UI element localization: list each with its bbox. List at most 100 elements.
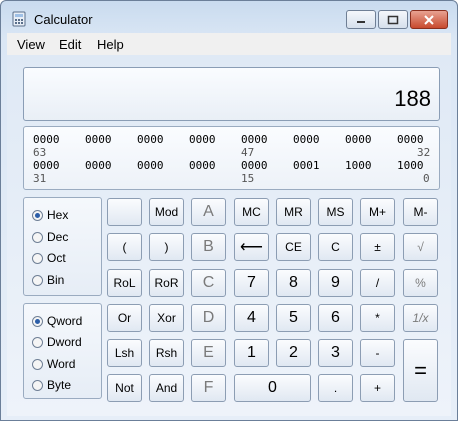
xor-key[interactable]: Xor bbox=[149, 304, 184, 332]
rol-key[interactable]: RoL bbox=[107, 269, 142, 297]
m-plus-key[interactable]: M+ bbox=[360, 198, 395, 226]
bit-nibble: 0000 bbox=[345, 133, 372, 146]
menu-view[interactable]: View bbox=[17, 37, 45, 52]
percent-key[interactable]: % bbox=[403, 269, 438, 297]
digit-4-key[interactable]: 4 bbox=[234, 304, 269, 332]
calculator-body: 188 0000 0000 0000 0000 0000 0000 0000 0… bbox=[7, 55, 451, 416]
digit-0-key[interactable]: 0 bbox=[234, 374, 311, 402]
lsh-key[interactable]: Lsh bbox=[107, 339, 142, 367]
close-button[interactable] bbox=[410, 10, 448, 29]
m-minus-key[interactable]: M- bbox=[403, 198, 438, 226]
digit-1-key[interactable]: 1 bbox=[234, 339, 269, 367]
radio-bin[interactable]: Bin bbox=[32, 271, 64, 289]
bit-position-label: 47 bbox=[241, 146, 255, 159]
number-base-group: Hex Dec Oct Bin bbox=[23, 197, 102, 296]
ce-key[interactable]: CE bbox=[276, 233, 311, 261]
digit-5-key[interactable]: 5 bbox=[276, 304, 311, 332]
radio-indicator bbox=[32, 336, 43, 348]
mod-key[interactable]: Mod bbox=[149, 198, 184, 226]
digit-6-key[interactable]: 6 bbox=[318, 304, 353, 332]
menu-help[interactable]: Help bbox=[97, 37, 124, 52]
mc-key[interactable]: MC bbox=[234, 198, 269, 226]
radio-qword[interactable]: Qword bbox=[32, 312, 82, 330]
bit-nibble: 1000 bbox=[397, 159, 424, 172]
bit-position-label: 63 bbox=[33, 146, 47, 159]
menu-edit[interactable]: Edit bbox=[59, 37, 81, 52]
sqrt-key[interactable]: √ bbox=[403, 233, 438, 261]
radio-label: Qword bbox=[47, 314, 83, 328]
multiply-key[interactable]: * bbox=[360, 304, 395, 332]
close-icon bbox=[424, 14, 434, 25]
plus-minus-key[interactable]: ± bbox=[360, 233, 395, 261]
or-key[interactable]: Or bbox=[107, 304, 142, 332]
hex-b-key[interactable]: B bbox=[191, 233, 226, 261]
bit-nibble: 0000 bbox=[85, 159, 112, 172]
rsh-key[interactable]: Rsh bbox=[149, 339, 184, 367]
minimize-icon bbox=[357, 20, 365, 23]
reciprocal-key[interactable]: 1/x bbox=[403, 304, 438, 332]
result-display: 188 bbox=[23, 67, 440, 121]
subtract-key[interactable]: - bbox=[360, 339, 395, 367]
radio-label: Dec bbox=[47, 230, 69, 244]
bit-nibble: 0000 bbox=[137, 133, 164, 146]
ms-key[interactable]: MS bbox=[318, 198, 353, 226]
radio-oct[interactable]: Oct bbox=[32, 249, 66, 267]
digit-7-key[interactable]: 7 bbox=[234, 269, 269, 297]
add-key[interactable]: + bbox=[360, 374, 395, 402]
calculator-window: Calculator View Edit Help 188 0000 0000 … bbox=[0, 0, 458, 421]
decimal-key[interactable]: . bbox=[318, 374, 353, 402]
close-paren-key[interactable]: ) bbox=[149, 233, 184, 261]
radio-dec[interactable]: Dec bbox=[32, 228, 68, 246]
ror-key[interactable]: RoR bbox=[149, 269, 184, 297]
digit-9-key[interactable]: 9 bbox=[318, 269, 353, 297]
bit-nibble: 0000 bbox=[189, 159, 216, 172]
hex-c-key[interactable]: C bbox=[191, 269, 226, 297]
bit-nibble: 0000 bbox=[397, 133, 424, 146]
maximize-button[interactable] bbox=[378, 10, 408, 29]
digit-8-key[interactable]: 8 bbox=[276, 269, 311, 297]
radio-label: Oct bbox=[47, 251, 66, 265]
bit-nibble: 0000 bbox=[241, 159, 268, 172]
backspace-key[interactable]: ⟵ bbox=[234, 233, 269, 261]
radio-indicator bbox=[32, 358, 43, 370]
radio-dword[interactable]: Dword bbox=[32, 333, 82, 351]
radio-label: Byte bbox=[47, 378, 72, 392]
bit-position-label: 0 bbox=[423, 172, 430, 185]
radio-label: Word bbox=[47, 357, 76, 371]
bit-position-label: 15 bbox=[241, 172, 255, 185]
bit-nibble: 0000 bbox=[241, 133, 268, 146]
digit-3-key[interactable]: 3 bbox=[318, 339, 353, 367]
and-key[interactable]: And bbox=[149, 374, 184, 402]
radio-indicator bbox=[32, 231, 43, 243]
radio-indicator bbox=[32, 379, 43, 391]
blank-key bbox=[107, 198, 142, 226]
window-title: Calculator bbox=[34, 12, 93, 27]
display-value: 188 bbox=[394, 86, 431, 111]
radio-hex[interactable]: Hex bbox=[32, 206, 68, 224]
radio-indicator bbox=[32, 252, 43, 264]
equals-key[interactable]: = bbox=[403, 339, 438, 402]
bit-position-label: 31 bbox=[33, 172, 47, 185]
maximize-icon bbox=[387, 15, 399, 24]
open-paren-key[interactable]: ( bbox=[107, 233, 142, 261]
bit-nibble: 0000 bbox=[189, 133, 216, 146]
divide-key[interactable]: / bbox=[360, 269, 395, 297]
radio-byte[interactable]: Byte bbox=[32, 376, 71, 394]
radio-label: Bin bbox=[47, 273, 65, 287]
radio-word[interactable]: Word bbox=[32, 355, 75, 373]
calculator-app-icon bbox=[11, 11, 27, 27]
bit-nibble: 0000 bbox=[85, 133, 112, 146]
mr-key[interactable]: MR bbox=[276, 198, 311, 226]
bit-nibble: 0000 bbox=[137, 159, 164, 172]
clear-key[interactable]: C bbox=[318, 233, 353, 261]
hex-f-key[interactable]: F bbox=[191, 374, 226, 402]
bit-display: 0000 0000 0000 0000 0000 0000 0000 0000 … bbox=[23, 126, 440, 190]
bit-nibble: 1000 bbox=[345, 159, 372, 172]
hex-a-key[interactable]: A bbox=[191, 198, 226, 226]
digit-2-key[interactable]: 2 bbox=[276, 339, 311, 367]
not-key[interactable]: Not bbox=[107, 374, 142, 402]
hex-e-key[interactable]: E bbox=[191, 339, 226, 367]
hex-d-key[interactable]: D bbox=[191, 304, 226, 332]
minimize-button[interactable] bbox=[346, 10, 376, 29]
radio-indicator bbox=[32, 274, 43, 286]
